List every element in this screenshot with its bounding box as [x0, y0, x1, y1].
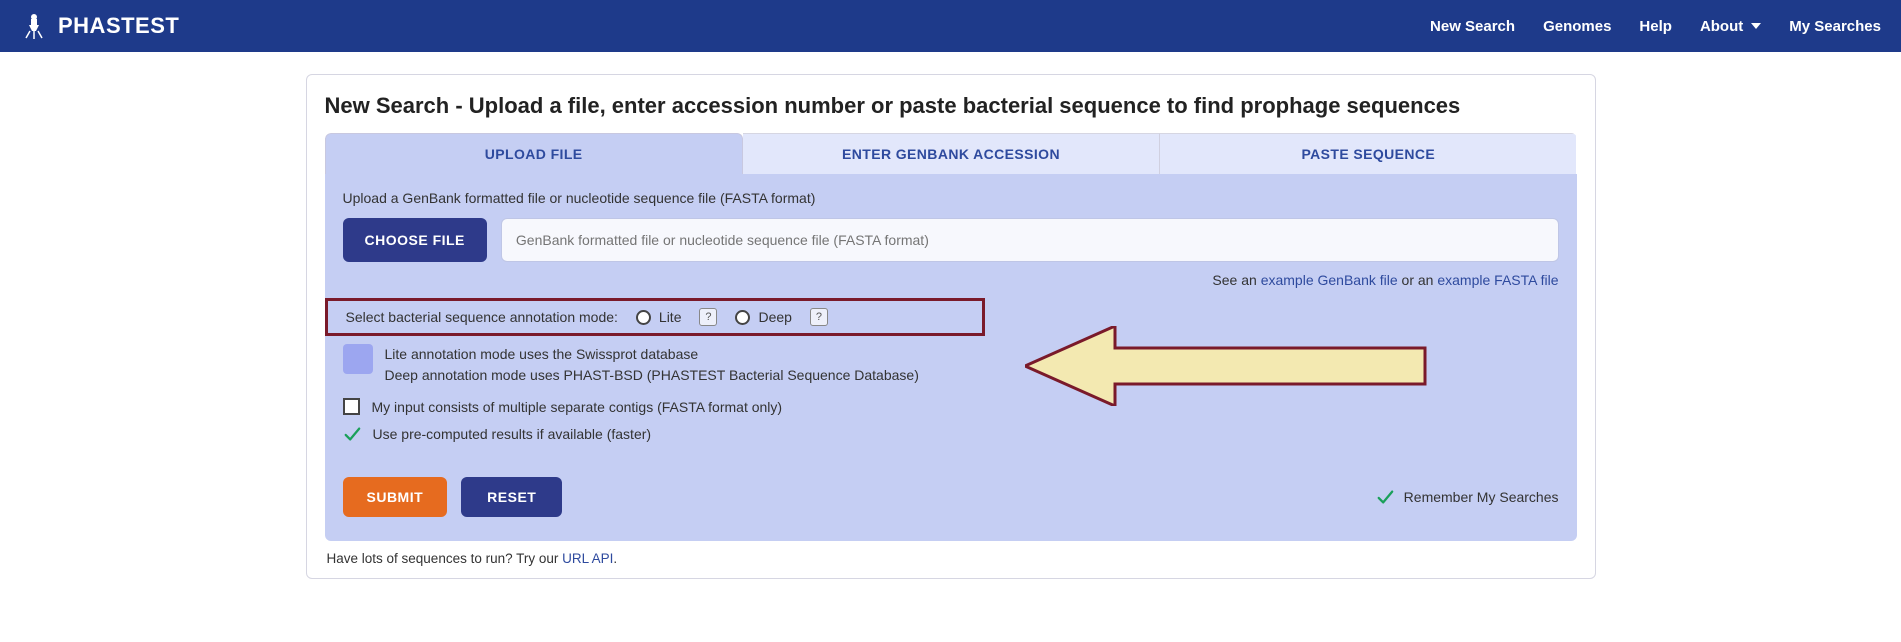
- brand-text: PHASTEST: [58, 13, 179, 39]
- button-row: SUBMIT RESET Remember My Searches: [343, 477, 1559, 517]
- mode-info: Lite annotation mode uses the Swissprot …: [343, 344, 1559, 386]
- mode-info-text: Lite annotation mode uses the Swissprot …: [385, 344, 919, 386]
- page-title: New Search - Upload a file, enter access…: [325, 93, 1577, 119]
- url-api-link[interactable]: URL API: [562, 551, 613, 566]
- radio-deep-label: Deep: [758, 309, 791, 325]
- upload-instruction: Upload a GenBank formatted file or nucle…: [343, 190, 1559, 206]
- help-lite-button[interactable]: ?: [699, 308, 717, 326]
- radio-deep-wrap: Deep: [735, 309, 791, 325]
- remember-wrap: Remember My Searches: [1376, 488, 1559, 506]
- contigs-label: My input consists of multiple separate c…: [372, 399, 783, 415]
- annotation-mode-highlight: Select bacterial sequence annotation mod…: [325, 298, 985, 336]
- example-fasta-link[interactable]: example FASTA file: [1437, 272, 1558, 288]
- nav-my-searches[interactable]: My Searches: [1789, 18, 1881, 35]
- contigs-checkbox[interactable]: [343, 398, 360, 415]
- file-row: CHOOSE FILE: [343, 218, 1559, 262]
- annotation-mode-label: Select bacterial sequence annotation mod…: [346, 309, 618, 325]
- nav-new-search[interactable]: New Search: [1430, 18, 1515, 35]
- choose-file-button[interactable]: CHOOSE FILE: [343, 218, 487, 262]
- info-swatch-icon: [343, 344, 373, 374]
- precomputed-label: Use pre-computed results if available (f…: [373, 426, 652, 442]
- radio-deep[interactable]: [735, 310, 750, 325]
- contigs-row: My input consists of multiple separate c…: [343, 398, 1559, 415]
- tabs: UPLOAD FILE ENTER GENBANK ACCESSION PAST…: [325, 133, 1577, 174]
- example-genbank-link[interactable]: example GenBank file: [1261, 272, 1398, 288]
- precomputed-row: Use pre-computed results if available (f…: [343, 425, 1559, 443]
- file-path-input[interactable]: [501, 218, 1559, 262]
- upload-panel: Upload a GenBank formatted file or nucle…: [325, 174, 1577, 541]
- radio-lite-wrap: Lite: [636, 309, 682, 325]
- chevron-down-icon: [1751, 23, 1761, 29]
- header-bar: PHASTEST New Search Genomes Help About M…: [0, 0, 1901, 52]
- radio-lite-label: Lite: [659, 309, 682, 325]
- help-deep-button[interactable]: ?: [810, 308, 828, 326]
- tab-upload-file[interactable]: UPLOAD FILE: [325, 133, 743, 174]
- search-card: New Search - Upload a file, enter access…: [306, 74, 1596, 579]
- nav-about[interactable]: About: [1700, 18, 1761, 35]
- nav-genomes[interactable]: Genomes: [1543, 18, 1611, 35]
- example-links: See an example GenBank file or an exampl…: [343, 272, 1559, 288]
- check-icon[interactable]: [343, 425, 361, 443]
- radio-lite[interactable]: [636, 310, 651, 325]
- reset-button[interactable]: RESET: [461, 477, 562, 517]
- nav-help[interactable]: Help: [1639, 18, 1672, 35]
- tab-paste-sequence[interactable]: PASTE SEQUENCE: [1159, 133, 1576, 174]
- main: New Search - Upload a file, enter access…: [0, 52, 1901, 589]
- remember-label: Remember My Searches: [1404, 489, 1559, 505]
- annotation-mode-row: Select bacterial sequence annotation mod…: [325, 298, 985, 336]
- nav: New Search Genomes Help About My Searche…: [1430, 18, 1881, 35]
- footer-note: Have lots of sequences to run? Try our U…: [325, 551, 1577, 566]
- phage-icon: [20, 12, 48, 40]
- submit-button[interactable]: SUBMIT: [343, 477, 448, 517]
- logo[interactable]: PHASTEST: [20, 12, 179, 40]
- check-icon[interactable]: [1376, 488, 1394, 506]
- tab-enter-accession[interactable]: ENTER GENBANK ACCESSION: [743, 133, 1159, 174]
